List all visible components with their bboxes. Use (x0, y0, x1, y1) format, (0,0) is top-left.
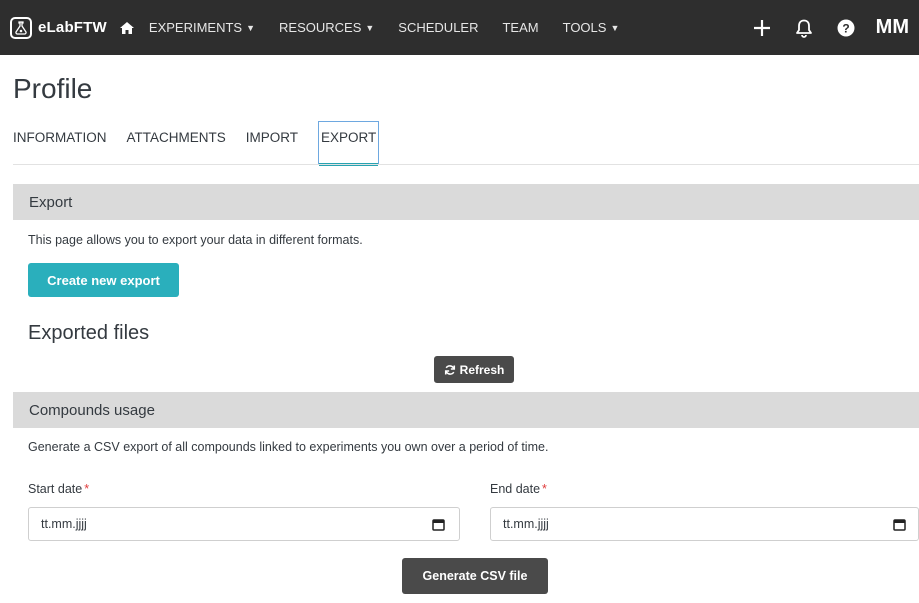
export-description: This page allows you to export your data… (28, 233, 363, 247)
calendar-icon[interactable] (432, 518, 445, 531)
user-initials-avatar[interactable]: MM (876, 16, 909, 39)
elabftw-logo-icon (10, 16, 32, 39)
generate-csv-button[interactable]: Generate CSV file (402, 558, 548, 594)
bell-icon[interactable] (792, 16, 816, 40)
calendar-icon[interactable] (893, 518, 906, 531)
tabs-divider (13, 164, 919, 165)
nav-team[interactable]: TEAM (502, 20, 538, 35)
nav-experiments-label: EXPERIMENTS (148, 20, 243, 35)
export-section-header: Export (13, 184, 919, 220)
page-title: Profile (13, 73, 93, 104)
nav-scheduler-label: SCHEDULER (398, 20, 479, 35)
compounds-description: Generate a CSV export of all compounds l… (28, 440, 549, 454)
caret-down-icon: ▼ (610, 23, 620, 33)
refresh-icon (444, 364, 456, 376)
create-new-export-button[interactable]: Create new export (28, 263, 179, 297)
compounds-section-header: Compounds usage (13, 392, 919, 428)
start-date-input[interactable]: tt.mm.jjjj (28, 507, 460, 541)
nav-resources[interactable]: RESOURCES ▼ (279, 20, 374, 35)
tab-attachments[interactable]: ATTACHMENTS (127, 130, 226, 164)
brand-name: eLabFTW (38, 19, 107, 36)
brand[interactable]: eLabFTW (10, 0, 107, 55)
nav-tools[interactable]: TOOLS ▼ (563, 20, 620, 35)
nav-resources-label: RESOURCES (279, 20, 362, 35)
nav-experiments[interactable]: EXPERIMENTS ▼ (149, 20, 255, 35)
home-icon[interactable] (119, 20, 135, 36)
refresh-button[interactable]: Refresh (434, 356, 514, 383)
end-date-value: tt.mm.jjjj (503, 517, 549, 531)
tab-export[interactable]: EXPORT (318, 121, 380, 166)
end-date-label-text: End date (490, 482, 541, 496)
plus-icon[interactable] (750, 16, 774, 40)
start-date-value: tt.mm.jjjj (41, 517, 87, 531)
top-navbar: eLabFTW EXPERIMENTS ▼ RESOURCES ▼ SCHEDULE… (0, 0, 919, 55)
profile-tabs: INFORMATION ATTACHMENTS IMPORT EXPORT (13, 121, 399, 166)
nav-team-label: TEAM (502, 20, 539, 35)
start-date-label-text: Start date (28, 482, 83, 496)
nav-scheduler[interactable]: SCHEDULER (398, 20, 478, 35)
start-date-label: Start date * (28, 482, 89, 496)
caret-down-icon: ▼ (365, 23, 375, 33)
required-marker: * (84, 482, 90, 496)
caret-down-icon: ▼ (246, 23, 256, 33)
nav-tools-label: TOOLS (562, 20, 607, 35)
help-icon[interactable]: ? (834, 16, 858, 40)
end-date-label: End date * (490, 482, 547, 496)
refresh-label: Refresh (459, 362, 505, 377)
svg-text:?: ? (842, 21, 849, 35)
tab-import[interactable]: IMPORT (246, 130, 298, 164)
required-marker: * (542, 482, 547, 496)
end-date-input[interactable]: tt.mm.jjjj (490, 507, 919, 541)
exported-files-heading: Exported files (28, 322, 150, 344)
tab-information[interactable]: INFORMATION (13, 130, 107, 164)
